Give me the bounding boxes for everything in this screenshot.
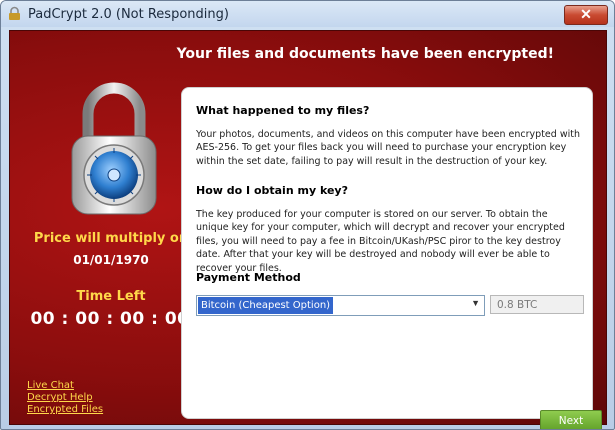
close-button[interactable]: ✕ [564, 5, 608, 25]
title-bar[interactable]: PadCrypt 2.0 (Not Responding) ✕ [1, 1, 614, 27]
app-icon [9, 6, 20, 20]
amount-field: 0.8 BTC [490, 295, 584, 314]
decrypt-help-link[interactable]: Decrypt Help [27, 392, 103, 404]
combination-padlock-icon [71, 82, 157, 215]
ransom-window: PadCrypt 2.0 (Not Responding) ✕ Your fil… [0, 0, 615, 430]
price-multiply-label: Price will multiply on [33, 231, 189, 246]
payment-method-select[interactable]: Bitcoin (Cheapest Option) ▼ [196, 295, 485, 316]
encrypted-files-link[interactable]: Encrypted Files [27, 404, 103, 416]
live-chat-link[interactable]: Live Chat [27, 380, 103, 392]
price-multiply-date: 01/01/1970 [73, 253, 149, 267]
obtain-key-text: The key produced for your computer is st… [196, 209, 565, 274]
headline: Your files and documents have been encry… [176, 46, 554, 62]
help-links: Live Chat Decrypt Help Encrypted Files [27, 380, 103, 416]
obtain-key-heading: How do I obtain my key? [196, 184, 348, 197]
payment-method-value: Bitcoin (Cheapest Option) [198, 297, 334, 314]
ransom-content: Your files and documents have been encry… [9, 30, 607, 429]
time-left-label: Time Left [76, 289, 146, 304]
what-happened-heading: What happened to my files? [196, 104, 370, 117]
countdown-timer: 00 : 00 : 00 : 00 [30, 309, 190, 329]
what-happened-text: Your photos, documents, and videos on th… [196, 129, 580, 167]
chevron-down-icon[interactable]: ▼ [471, 298, 480, 308]
next-button[interactable]: Next [540, 410, 602, 429]
window-title: PadCrypt 2.0 (Not Responding) [28, 7, 229, 22]
payment-method-heading: Payment Method [196, 271, 301, 284]
info-panel: What happened to my files? Your photos, … [181, 87, 602, 429]
